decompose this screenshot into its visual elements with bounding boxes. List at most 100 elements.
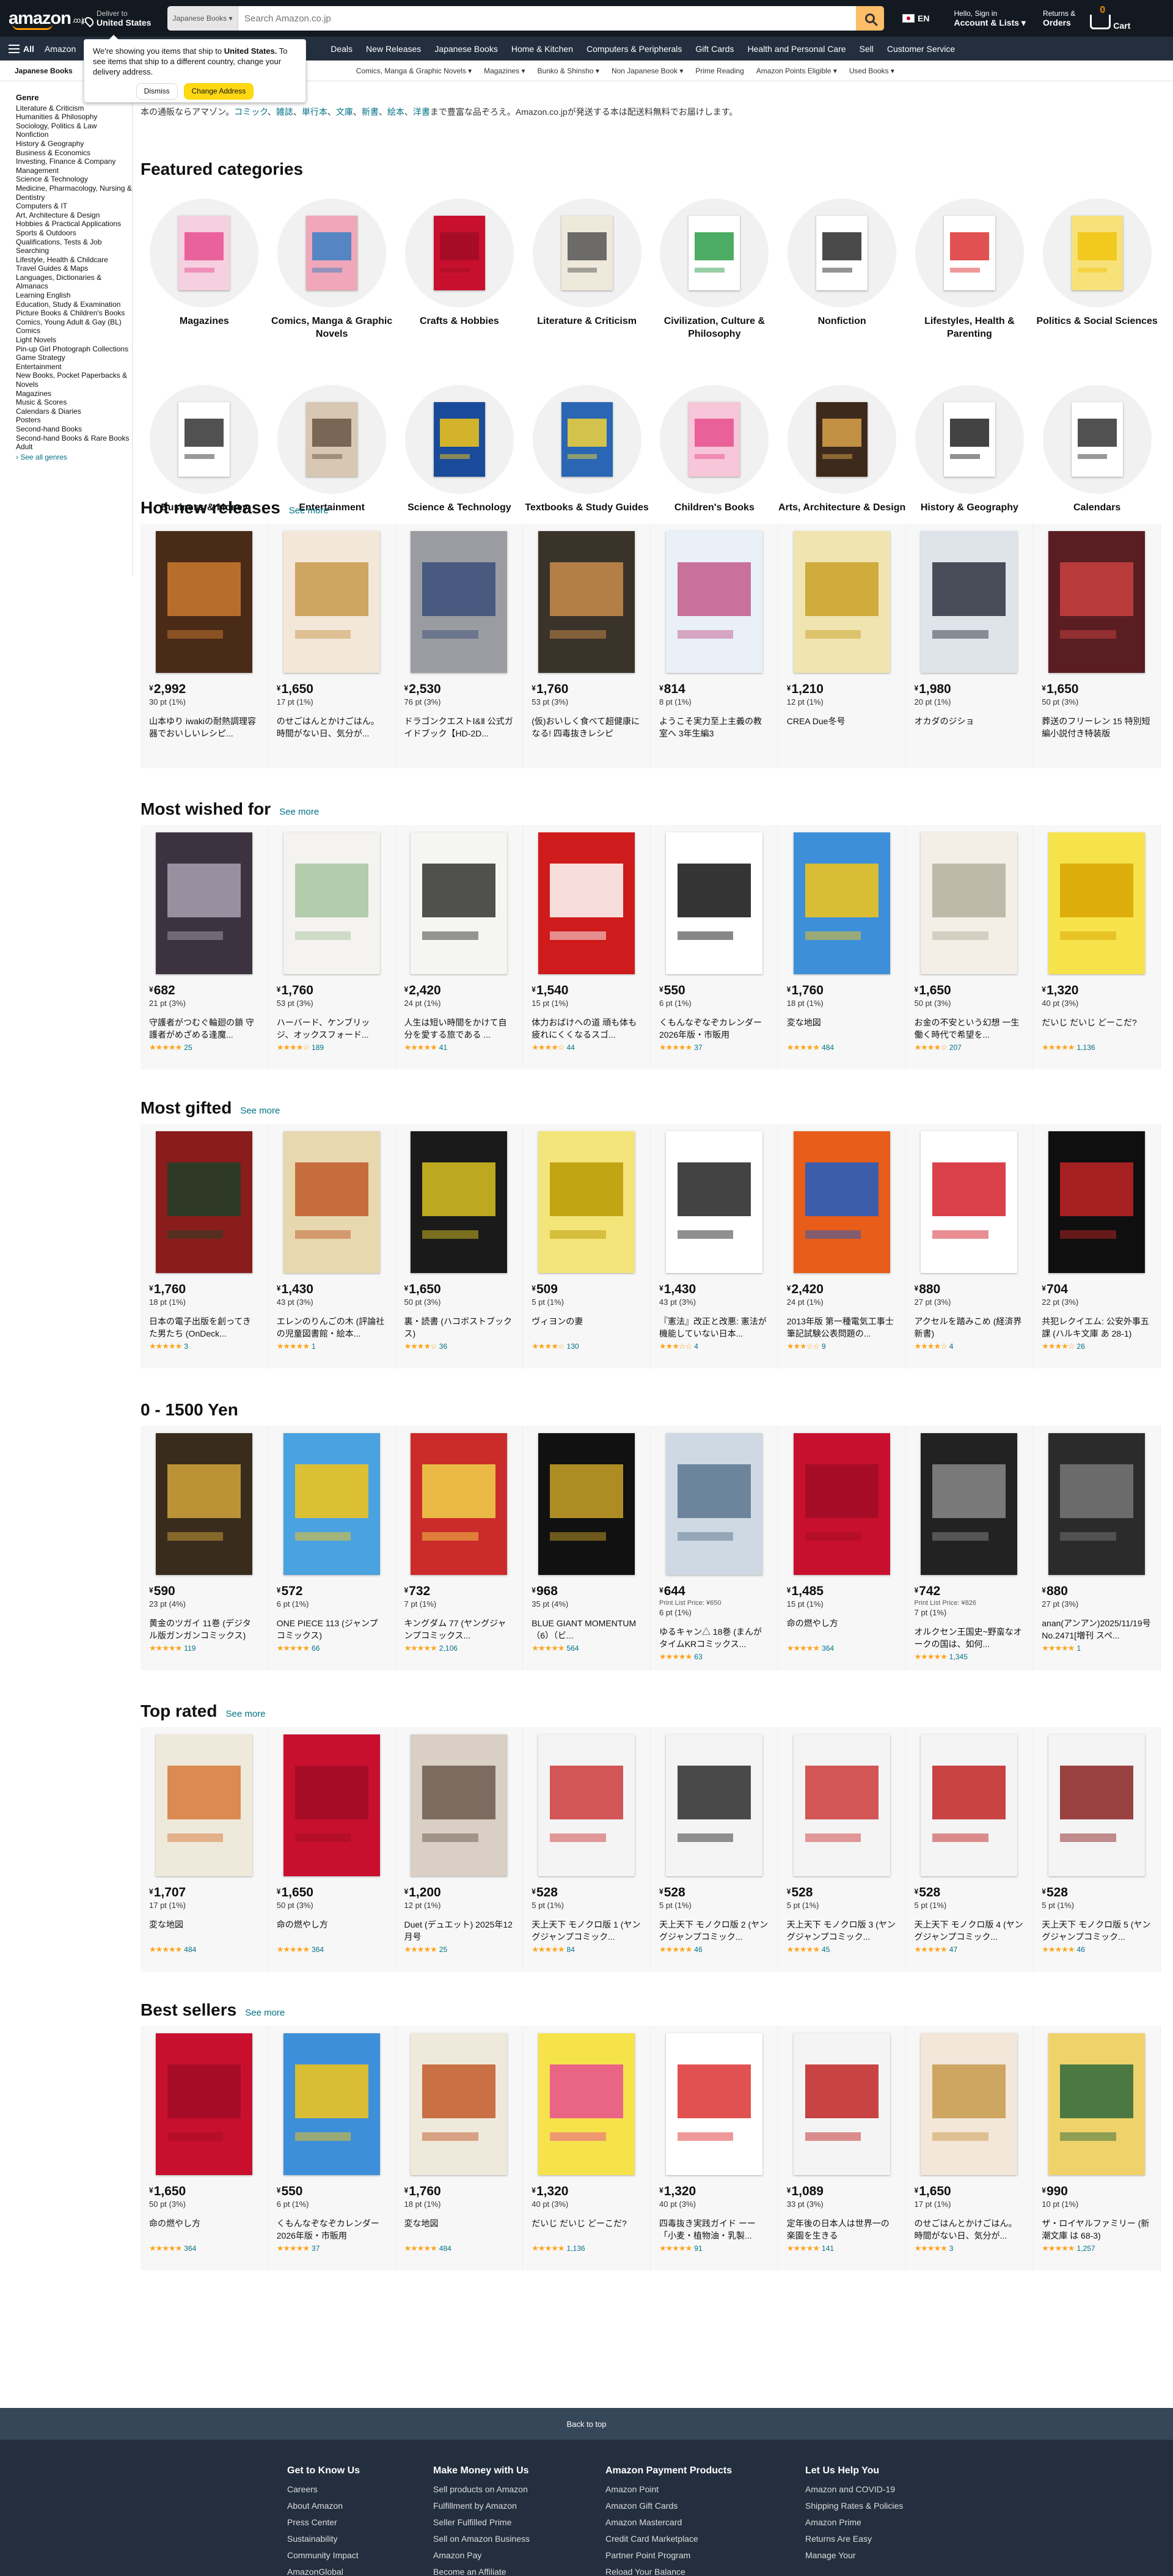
category-tile[interactable]: Nonfiction [778, 199, 906, 340]
footer-link[interactable]: Manage Your [805, 2547, 909, 2564]
sidebar-item[interactable]: Literature & Criticism [16, 104, 132, 113]
product-card[interactable]: ¥742 Print List Price: ¥826 7 pt (1%) オルクセン… [905, 1426, 1034, 1670]
subnav-item[interactable]: Magazines ▾ [478, 67, 531, 75]
nav-item[interactable]: Gift Cards [689, 44, 740, 54]
sidebar-item[interactable]: Second-hand Books [16, 425, 132, 434]
product-card[interactable]: ¥880 27 pt (3%) anan(アンアン)2025/11/19号 No.2… [1033, 1426, 1161, 1670]
rating[interactable]: ★★★★★ 37 [277, 2244, 387, 2253]
product-card[interactable]: ¥1,210 12 pt (1%) CREA Due冬号 [778, 524, 906, 768]
product-title[interactable]: 天上天下 モノクロ版 2 (ヤングジャンプコミック... [659, 1918, 769, 1943]
footer-link[interactable]: Amazon and COVID-19 [805, 2481, 909, 2498]
rating[interactable]: ★★★★★ 1 [1042, 1643, 1152, 1653]
product-cover-image[interactable] [921, 1433, 1018, 1575]
product-title[interactable]: ドラゴンクエストⅠ&Ⅱ 公式ガイドブック【HD-2D... [404, 715, 514, 739]
product-cover-image[interactable] [1048, 1131, 1146, 1273]
product-cover-image[interactable] [538, 531, 635, 673]
product-cover-image[interactable] [283, 1433, 380, 1575]
product-cover-image[interactable] [665, 2033, 762, 2175]
product-card[interactable]: ¥1,430 43 pt (3%) 『憲法』改正と改悪: 憲法が機能していない日本.… [651, 1124, 778, 1368]
subnav-title[interactable]: Japanese Books [6, 67, 81, 75]
nav-item[interactable]: Home & Kitchen [505, 44, 580, 54]
product-cover-image[interactable] [155, 2033, 252, 2175]
sidebar-item[interactable]: Picture Books & Children's Books [16, 309, 132, 318]
product-card[interactable]: ¥644 Print List Price: ¥650 6 pt (1%) ゆるキャン… [651, 1426, 778, 1670]
sidebar-item[interactable]: Magazines [16, 389, 132, 398]
product-cover-image[interactable] [155, 1734, 252, 1876]
rating[interactable]: ★★★★★ 1,345 [915, 1652, 1025, 1662]
nav-item[interactable]: New Releases [359, 44, 428, 54]
sidebar-item[interactable]: Entertainment [16, 362, 132, 372]
category-tile[interactable]: Arts, Architecture & Design [778, 385, 906, 514]
intro-link[interactable]: コミック [234, 107, 268, 117]
product-card[interactable]: ¥1,980 20 pt (1%) オカダのジショ [905, 524, 1034, 768]
footer-link[interactable]: Amazon Gift Cards [605, 2498, 752, 2514]
category-tile[interactable]: Entertainment [268, 385, 396, 514]
footer-link[interactable]: Sell products on Amazon [433, 2481, 580, 2498]
product-card[interactable]: ¥880 27 pt (3%) アクセルを踏みこめ (経済界新書) ★★★★☆ 4 [905, 1124, 1034, 1368]
rating[interactable]: ★★★★★ 25 [149, 1043, 259, 1052]
footer-link[interactable]: Amazon Point [605, 2481, 752, 2498]
rating[interactable]: ★★★☆☆ 4 [659, 1341, 769, 1351]
product-title[interactable]: 天上天下 モノクロ版 3 (ヤングジャンプコミック... [787, 1918, 897, 1943]
product-cover-image[interactable] [283, 2033, 380, 2175]
search-input[interactable] [238, 6, 856, 31]
product-title[interactable]: ザ・ロイヤルファミリー (新潮文庫 は 68-3) [1042, 2217, 1152, 2242]
footer-link[interactable]: Amazon Prime [805, 2514, 909, 2531]
product-card[interactable]: ¥1,760 18 pt (1%) 日本の電子出版を創ってきた男たち (OnDeck… [141, 1124, 268, 1368]
rating[interactable]: ★★★★★ 484 [404, 2244, 514, 2253]
product-cover-image[interactable] [1048, 832, 1146, 974]
product-card[interactable]: ¥1,650 50 pt (3%) 葬送のフリーレン 15 特別短編小説付き特装版 [1033, 524, 1161, 768]
product-title[interactable]: 天上天下 モノクロ版 4 (ヤングジャンプコミック... [915, 1918, 1025, 1943]
footer-link[interactable]: Seller Fulfilled Prime [433, 2514, 580, 2531]
rating[interactable]: ★★★★★ 63 [659, 1652, 769, 1662]
product-title[interactable]: Duet (デュエット) 2025年12月号 [404, 1918, 514, 1943]
category-tile[interactable]: History & Geography [906, 385, 1034, 514]
see-all-genres-link[interactable]: › See all genres [16, 453, 132, 462]
product-cover-image[interactable] [283, 1131, 380, 1273]
product-card[interactable]: ¥1,760 53 pt (3%) (仮)おいしく食べて超健康になる! 四毒抜きレシ… [523, 524, 651, 768]
rating[interactable]: ★★★★★ 46 [659, 1945, 769, 1954]
product-cover-image[interactable] [283, 531, 380, 673]
cart-button[interactable]: 0 Cart [1090, 5, 1130, 31]
product-title[interactable]: 裏・読書 (ハコボストブックス) [404, 1315, 514, 1340]
rating[interactable]: ★★★★★ 484 [149, 1945, 259, 1954]
product-card[interactable]: ¥550 6 pt (1%) くもんなぞなぞカレンダー2026年版・市販用 ★★★★★… [651, 825, 778, 1070]
product-title[interactable]: 葬送のフリーレン 15 特別短編小説付き特装版 [1042, 715, 1152, 739]
sidebar-item[interactable]: Learning English [16, 291, 132, 300]
footer-link[interactable]: Reload Your Balance [605, 2564, 752, 2576]
product-card[interactable]: ¥572 6 pt (1%) ONE PIECE 113 (ジャンプコミックス) ★★… [268, 1426, 396, 1670]
category-tile[interactable]: Calendars [1033, 385, 1161, 514]
product-card[interactable]: ¥1,650 17 pt (1%) のせごはんとかけごはん。時間がない日、気分が..… [905, 2026, 1034, 2270]
rating[interactable]: ★★★☆☆ 9 [787, 1341, 897, 1351]
product-cover-image[interactable] [1048, 1734, 1146, 1876]
sidebar-item[interactable]: Pin-up Girl Photograph Collections [16, 345, 132, 354]
product-card[interactable]: ¥509 5 pt (1%) ヴィヨンの妻 ★★★★☆ 130 [523, 1124, 651, 1368]
product-cover-image[interactable] [921, 1734, 1018, 1876]
product-card[interactable]: ¥528 5 pt (1%) 天上天下 モノクロ版 4 (ヤングジャンプコミック..… [905, 1727, 1034, 1972]
rating[interactable]: ★★★★★ 119 [149, 1643, 259, 1653]
product-title[interactable]: エレンのりんごの木 (評論社の児童図書館・絵本... [277, 1315, 387, 1340]
sidebar-item[interactable]: Posters [16, 416, 132, 425]
footer-link[interactable]: Partner Point Program [605, 2547, 752, 2564]
product-cover-image[interactable] [155, 531, 252, 673]
product-cover-image[interactable] [665, 531, 762, 673]
intro-link[interactable]: 洋書 [413, 107, 430, 117]
sidebar-item[interactable]: Computers & IT [16, 202, 132, 211]
sidebar-item[interactable]: Medicine, Pharmacology, Nursing & Dentis… [16, 184, 132, 202]
product-cover-image[interactable] [411, 2033, 508, 2175]
sidebar-item[interactable]: Hobbies & Practical Applications [16, 219, 132, 229]
product-title[interactable]: 四毒抜き実践ガイド ーー「小麦・植物油・乳製... [659, 2217, 769, 2242]
product-card[interactable]: ¥1,089 33 pt (3%) 定年後の日本人は世界一の楽園を生きる ★★★★★ 1… [778, 2026, 906, 2270]
footer-link[interactable]: Returns Are Easy [805, 2531, 909, 2547]
sidebar-item[interactable]: Investing, Finance & Company Management [16, 157, 132, 175]
see-more-link[interactable]: See more [225, 1709, 265, 1719]
footer-link[interactable]: Sell on Amazon Business [433, 2531, 580, 2547]
product-title[interactable]: だいじ だいじ どーこだ? [532, 2217, 641, 2242]
product-card[interactable]: ¥1,760 18 pt (1%) 変な地図 ★★★★★ 484 [395, 2026, 524, 2270]
product-title[interactable]: 命の燃やし方 [787, 1617, 897, 1642]
nav-item[interactable]: Japanese Books [428, 44, 505, 54]
footer-link[interactable]: Careers [287, 2481, 434, 2498]
product-cover-image[interactable] [538, 1433, 635, 1575]
product-cover-image[interactable] [538, 1131, 635, 1273]
footer-link[interactable]: Fulfillment by Amazon [433, 2498, 580, 2514]
